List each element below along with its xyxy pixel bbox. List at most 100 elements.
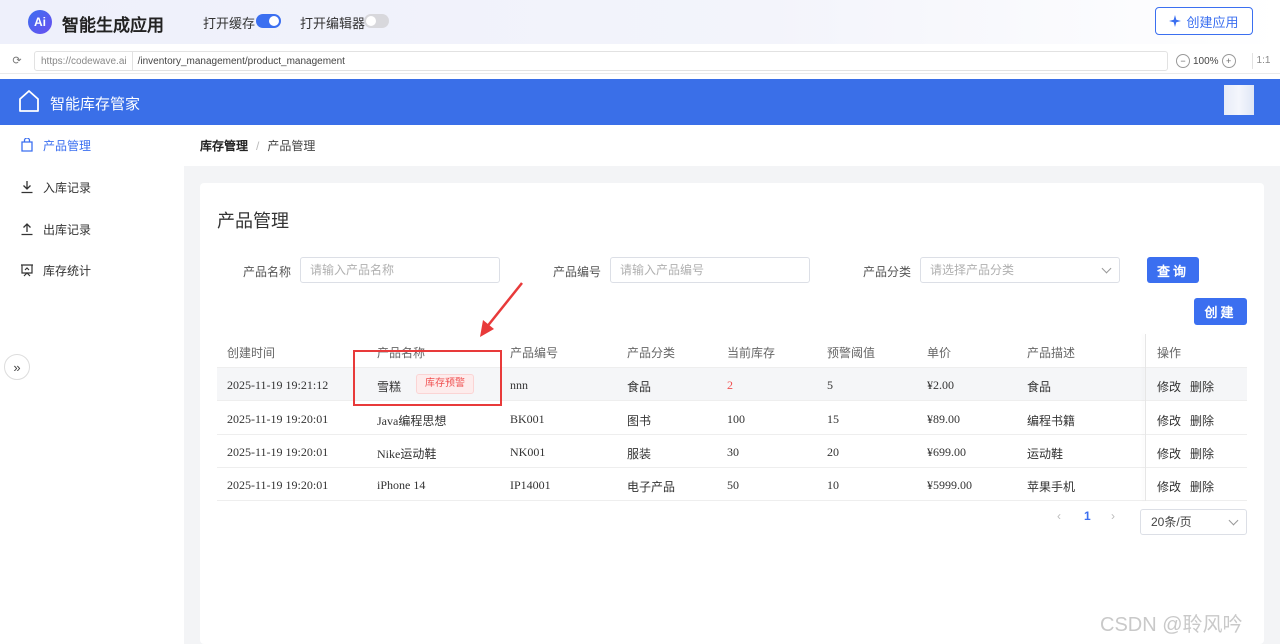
prev-page-button[interactable]: ‹ (1057, 509, 1061, 523)
refresh-icon[interactable]: ⟳ (9, 53, 25, 69)
cell-created: 2025-11-19 19:20:01 (227, 478, 329, 492)
column-header: 创建时间 (227, 346, 276, 360)
cell-created: 2025-11-19 19:20:01 (227, 445, 329, 459)
edit-link[interactable]: 修改 (1157, 478, 1181, 495)
url-host: https://codewave.ai (35, 52, 133, 70)
breadcrumb: 库存管理 / 产品管理 (184, 125, 1280, 166)
zoom-control: − 100% + (1176, 52, 1236, 70)
sidebar-item-label: 入库记录 (43, 180, 92, 195)
home-icon[interactable] (18, 89, 40, 113)
app-logo: Ai (28, 10, 52, 34)
cell-threshold: 5 (827, 378, 833, 392)
editor-toggle[interactable] (364, 14, 389, 28)
cell-threshold: 20 (827, 445, 839, 459)
cell-threshold: 15 (827, 412, 839, 426)
url-path: /inventory_management/product_management (137, 55, 345, 67)
zoom-in-icon[interactable]: + (1221, 54, 1236, 68)
cell-price: ¥5999.00 (927, 478, 972, 492)
double-chevron-right-icon: » (13, 359, 21, 375)
create-app-label: 创建应用 (1186, 14, 1239, 30)
ratio-button[interactable]: 1:1 (1252, 53, 1274, 69)
column-header: 预警阈值 (827, 346, 876, 360)
cell-desc: 苹果手机 (1027, 480, 1076, 494)
download-icon (21, 181, 33, 194)
cell-code: nnn (510, 378, 528, 392)
annotation-highlight-box (353, 350, 502, 406)
sidebar: 产品管理 入库记录 出库记录 库存统计 (0, 125, 184, 644)
category-filter-placeholder: 请选择产品分类 (930, 263, 1015, 277)
table-row: 2025-11-19 19:20:01 Java编程思想 BK001 图书 10… (217, 402, 1247, 435)
breadcrumb-separator: / (256, 138, 260, 153)
edit-link[interactable]: 修改 (1157, 378, 1181, 395)
cell-category: 图书 (627, 414, 652, 428)
code-filter-label: 产品编号 (553, 265, 602, 279)
edit-link[interactable]: 修改 (1157, 445, 1181, 462)
cell-desc: 食品 (1027, 380, 1052, 394)
name-filter-label: 产品名称 (243, 265, 292, 279)
chevron-down-icon (1228, 515, 1239, 526)
upload-icon (21, 223, 33, 236)
app-topbar: Ai 智能生成应用 打开缓存 打开编辑器 创建应用 (0, 0, 1280, 44)
cell-stock: 30 (727, 445, 739, 459)
category-filter-label: 产品分类 (863, 265, 912, 279)
sidebar-expand-button[interactable]: » (4, 354, 30, 380)
code-filter-input[interactable]: 请输入产品编号 (610, 257, 810, 283)
sidebar-item-inbound[interactable]: 入库记录 (0, 167, 184, 207)
app-title: 智能生成应用 (62, 16, 164, 35)
breadcrumb-root[interactable]: 库存管理 (200, 137, 248, 154)
sparkle-icon (1169, 15, 1182, 27)
zoom-out-icon[interactable]: − (1176, 54, 1190, 68)
column-header: 产品描述 (1027, 346, 1076, 360)
cell-stock: 2 (727, 378, 733, 392)
cell-threshold: 10 (827, 478, 839, 492)
header-title: 智能库存管家 (50, 96, 141, 113)
delete-link[interactable]: 删除 (1190, 378, 1214, 395)
cell-code: BK001 (510, 412, 545, 426)
cell-code: IP14001 (510, 478, 551, 492)
sidebar-item-label: 产品管理 (43, 138, 92, 153)
url-input[interactable]: https://codewave.ai /inventory_managemen… (34, 51, 1168, 71)
create-app-button[interactable]: 创建应用 (1155, 7, 1253, 35)
cell-stock: 100 (727, 412, 745, 426)
sidebar-item-stats[interactable]: 库存统计 (0, 250, 184, 290)
cell-name: Nike运动鞋 (377, 447, 437, 461)
cell-created: 2025-11-19 19:20:01 (227, 412, 329, 426)
url-bar: ⟳ https://codewave.ai /inventory_managem… (0, 48, 1280, 74)
page-size-select[interactable]: 20条/页 (1140, 509, 1247, 535)
app-header: 智能库存管家 (0, 79, 1280, 125)
cell-stock: 50 (727, 478, 739, 492)
sidebar-item-outbound[interactable]: 出库记录 (0, 209, 184, 249)
edit-link[interactable]: 修改 (1157, 412, 1181, 429)
zoom-level: 100% (1193, 55, 1219, 67)
cache-toggle[interactable] (256, 14, 281, 28)
page-title: 产品管理 (217, 211, 289, 231)
cell-category: 电子产品 (627, 480, 676, 494)
create-button[interactable]: 创建 (1194, 298, 1247, 325)
table-row: 2025-11-19 19:20:01 Nike运动鞋 NK001 服装 30 … (217, 435, 1247, 468)
cell-category: 服装 (627, 447, 652, 461)
sidebar-item-product[interactable]: 产品管理 (0, 125, 184, 165)
cell-desc: 运动鞋 (1027, 447, 1064, 461)
next-page-button[interactable]: › (1111, 509, 1115, 523)
avatar[interactable] (1224, 85, 1254, 115)
cell-category: 食品 (627, 380, 652, 394)
fixed-column-divider (1145, 334, 1146, 501)
page-number[interactable]: 1 (1084, 509, 1091, 523)
query-button[interactable]: 查询 (1147, 257, 1199, 283)
delete-link[interactable]: 删除 (1190, 478, 1214, 495)
sidebar-item-label: 库存统计 (43, 263, 92, 278)
column-header: 单价 (927, 346, 952, 360)
chevron-down-icon (1101, 263, 1112, 274)
chart-board-icon (21, 264, 33, 277)
cell-created: 2025-11-19 19:21:12 (227, 378, 329, 392)
category-filter-select[interactable]: 请选择产品分类 (920, 257, 1120, 283)
delete-link[interactable]: 删除 (1190, 412, 1214, 429)
delete-link[interactable]: 删除 (1190, 445, 1214, 462)
watermark: CSDN @聆风吟 (1100, 614, 1243, 636)
column-header: 操作 (1157, 346, 1182, 360)
column-header: 产品分类 (627, 346, 676, 360)
cache-toggle-label: 打开缓存 (203, 16, 256, 31)
table-row: 2025-11-19 19:20:01 iPhone 14 IP14001 电子… (217, 468, 1247, 501)
column-header: 当前库存 (727, 346, 776, 360)
page-size-value: 20条/页 (1151, 515, 1192, 529)
